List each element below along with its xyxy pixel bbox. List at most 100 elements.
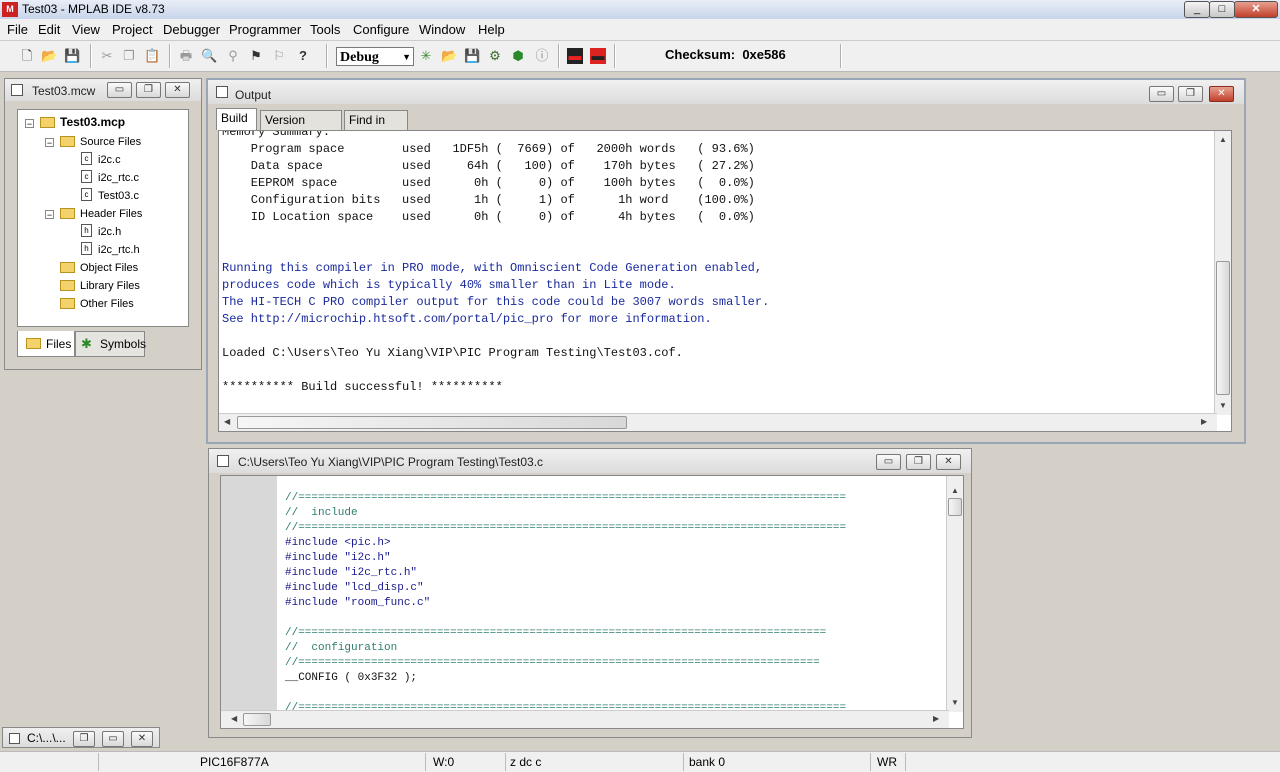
minimized-maximize-button[interactable]: ▭ [102,731,124,747]
print-icon[interactable]: 🖶 [178,48,194,64]
c-file-icon: c [81,170,92,183]
tab-find-in-files[interactable]: Find in Files [344,110,408,146]
workspace-close-button[interactable]: ✕ [165,82,190,98]
debug-red-icon[interactable]: ▬ [567,48,583,64]
collapse-icon[interactable]: − [45,210,54,220]
minimized-title: C:\...\... [27,731,66,745]
tree-folder-other[interactable]: Other Files [80,297,134,311]
editor-restore-button[interactable]: ❐ [906,454,931,470]
tree-file-i2c-h[interactable]: i2c.h [98,225,121,239]
tree-file-i2c-rtc-h[interactable]: i2c_rtc.h [98,243,140,257]
output-line: See http://microchip.htsoft.com/portal/p… [222,312,712,326]
save-icon[interactable]: 💾 [64,48,80,64]
folder-icon [60,298,75,309]
save-workspace-icon[interactable]: 💾 [464,48,480,64]
tab-build[interactable]: Build [216,108,257,130]
menu-debugger[interactable]: Debugger [163,22,220,37]
open-project-icon[interactable]: 📂 [441,48,457,64]
scroll-right-icon[interactable]: ▶ [933,714,939,723]
find-in-files-icon[interactable]: ⚲ [225,48,241,64]
code-line: // configuration [285,642,398,654]
window-icon [9,733,20,744]
menu-help[interactable]: Help [478,22,505,37]
menu-programmer[interactable]: Programmer [229,22,301,37]
project-name[interactable]: Test03.mcp [60,115,125,129]
maximize-button[interactable]: □ [1209,1,1235,18]
tab-files[interactable]: Files [17,331,75,357]
tree-folder-library[interactable]: Library Files [80,279,140,293]
tree-file-i2c-c[interactable]: i2c.c [98,153,121,167]
scroll-down-icon[interactable]: ▼ [1219,401,1227,410]
editor-vscroll-thumb[interactable] [948,498,962,516]
new-file-icon[interactable]: 🗋 [19,48,35,64]
menu-view[interactable]: View [72,22,100,37]
toggle-bookmark-icon[interactable]: ⚐ [271,48,287,64]
tree-folder-source[interactable]: Source Files [80,135,141,149]
bookmark-icon[interactable]: ⚑ [248,48,264,64]
output-minimize-button[interactable]: ▭ [1149,86,1174,102]
editor-horizontal-scrollbar[interactable]: ◀ ▶ [221,710,949,728]
open-folder-icon[interactable]: 📂 [41,48,57,64]
collapse-icon[interactable]: − [25,119,34,129]
minimized-restore-button[interactable]: ❐ [73,731,95,747]
scroll-right-icon[interactable]: ▶ [1201,417,1207,426]
editor-gutter[interactable] [221,476,277,728]
tree-file-test03-c[interactable]: Test03.c [98,189,139,203]
new-project-icon[interactable]: ✳ [418,48,434,64]
code-line: #include "room_func.c" [285,597,431,609]
workspace-restore-button[interactable]: ❐ [136,82,161,98]
editor-vertical-scrollbar[interactable]: ▲ ▼ [946,476,963,712]
output-vscroll-thumb[interactable] [1216,261,1230,395]
menu-edit[interactable]: Edit [38,22,60,37]
tab-version-control[interactable]: Version Control [260,110,342,146]
output-line: ********** Build successful! ********** [222,380,503,394]
cut-icon[interactable]: ✂ [99,48,115,64]
minimized-close-button[interactable]: ✕ [131,731,153,747]
output-hscroll-thumb[interactable] [237,416,627,429]
scroll-up-icon[interactable]: ▲ [1219,135,1227,144]
info-icon[interactable]: ⓘ [534,48,550,64]
scroll-left-icon[interactable]: ◀ [231,714,237,723]
find-icon[interactable]: 🔍 [201,48,217,64]
editor-close-button[interactable]: ✕ [936,454,961,470]
menu-project[interactable]: Project [112,22,152,37]
build-icon[interactable]: ⚙ [487,48,503,64]
menu-tools[interactable]: Tools [310,22,340,37]
editor-hscroll-thumb[interactable] [243,713,271,726]
code-line: #include <pic.h> [285,537,391,549]
help-icon[interactable]: ? [295,48,311,64]
checksum-label: Checksum: [665,47,736,62]
editor-minimize-button[interactable]: ▭ [876,454,901,470]
menu-configure[interactable]: Configure [353,22,409,37]
output-horizontal-scrollbar[interactable]: ◀ ▶ [219,413,1217,431]
tree-folder-object[interactable]: Object Files [80,261,138,275]
program-red-icon[interactable]: ▬ [590,48,606,64]
build-output[interactable]: Memory Summary: Program space used 1DF5h… [218,130,1232,432]
output-close-button[interactable]: ✕ [1209,86,1234,102]
tab-symbols[interactable]: ✱ Symbols [75,331,146,357]
minimize-button[interactable]: _ [1184,1,1210,18]
workspace-minimize-button[interactable]: ▭ [107,82,132,98]
scroll-up-icon[interactable]: ▲ [951,486,959,495]
scroll-left-icon[interactable]: ◀ [224,417,230,426]
output-line: EEPROM space used 0h ( 0) of 100h bytes … [222,176,755,190]
close-button[interactable]: ✕ [1234,1,1278,18]
rebuild-icon[interactable]: ⬢ [510,48,526,64]
status-bar: PIC16F877A W:0 z dc c bank 0 WR [0,751,1280,772]
code-line: //======================================… [285,492,847,504]
minimized-window[interactable]: C:\...\... ❐ ▭ ✕ [2,727,160,748]
scroll-down-icon[interactable]: ▼ [951,698,959,707]
tree-file-i2c-rtc-c[interactable]: i2c_rtc.c [98,171,139,185]
build-config-select[interactable]: Debug ▼ [336,47,414,66]
output-restore-button[interactable]: ❐ [1178,86,1203,102]
paste-icon[interactable]: 📋 [144,48,160,64]
h-file-icon: h [81,242,92,255]
menu-file[interactable]: File [7,22,28,37]
menu-window[interactable]: Window [419,22,465,37]
code-editor[interactable]: //======================================… [220,475,964,729]
collapse-icon[interactable]: − [45,138,54,148]
output-vertical-scrollbar[interactable]: ▲ ▼ [1214,131,1231,415]
folder-icon [26,338,41,349]
tree-folder-header[interactable]: Header Files [80,207,142,221]
copy-icon[interactable]: ❐ [121,48,137,64]
